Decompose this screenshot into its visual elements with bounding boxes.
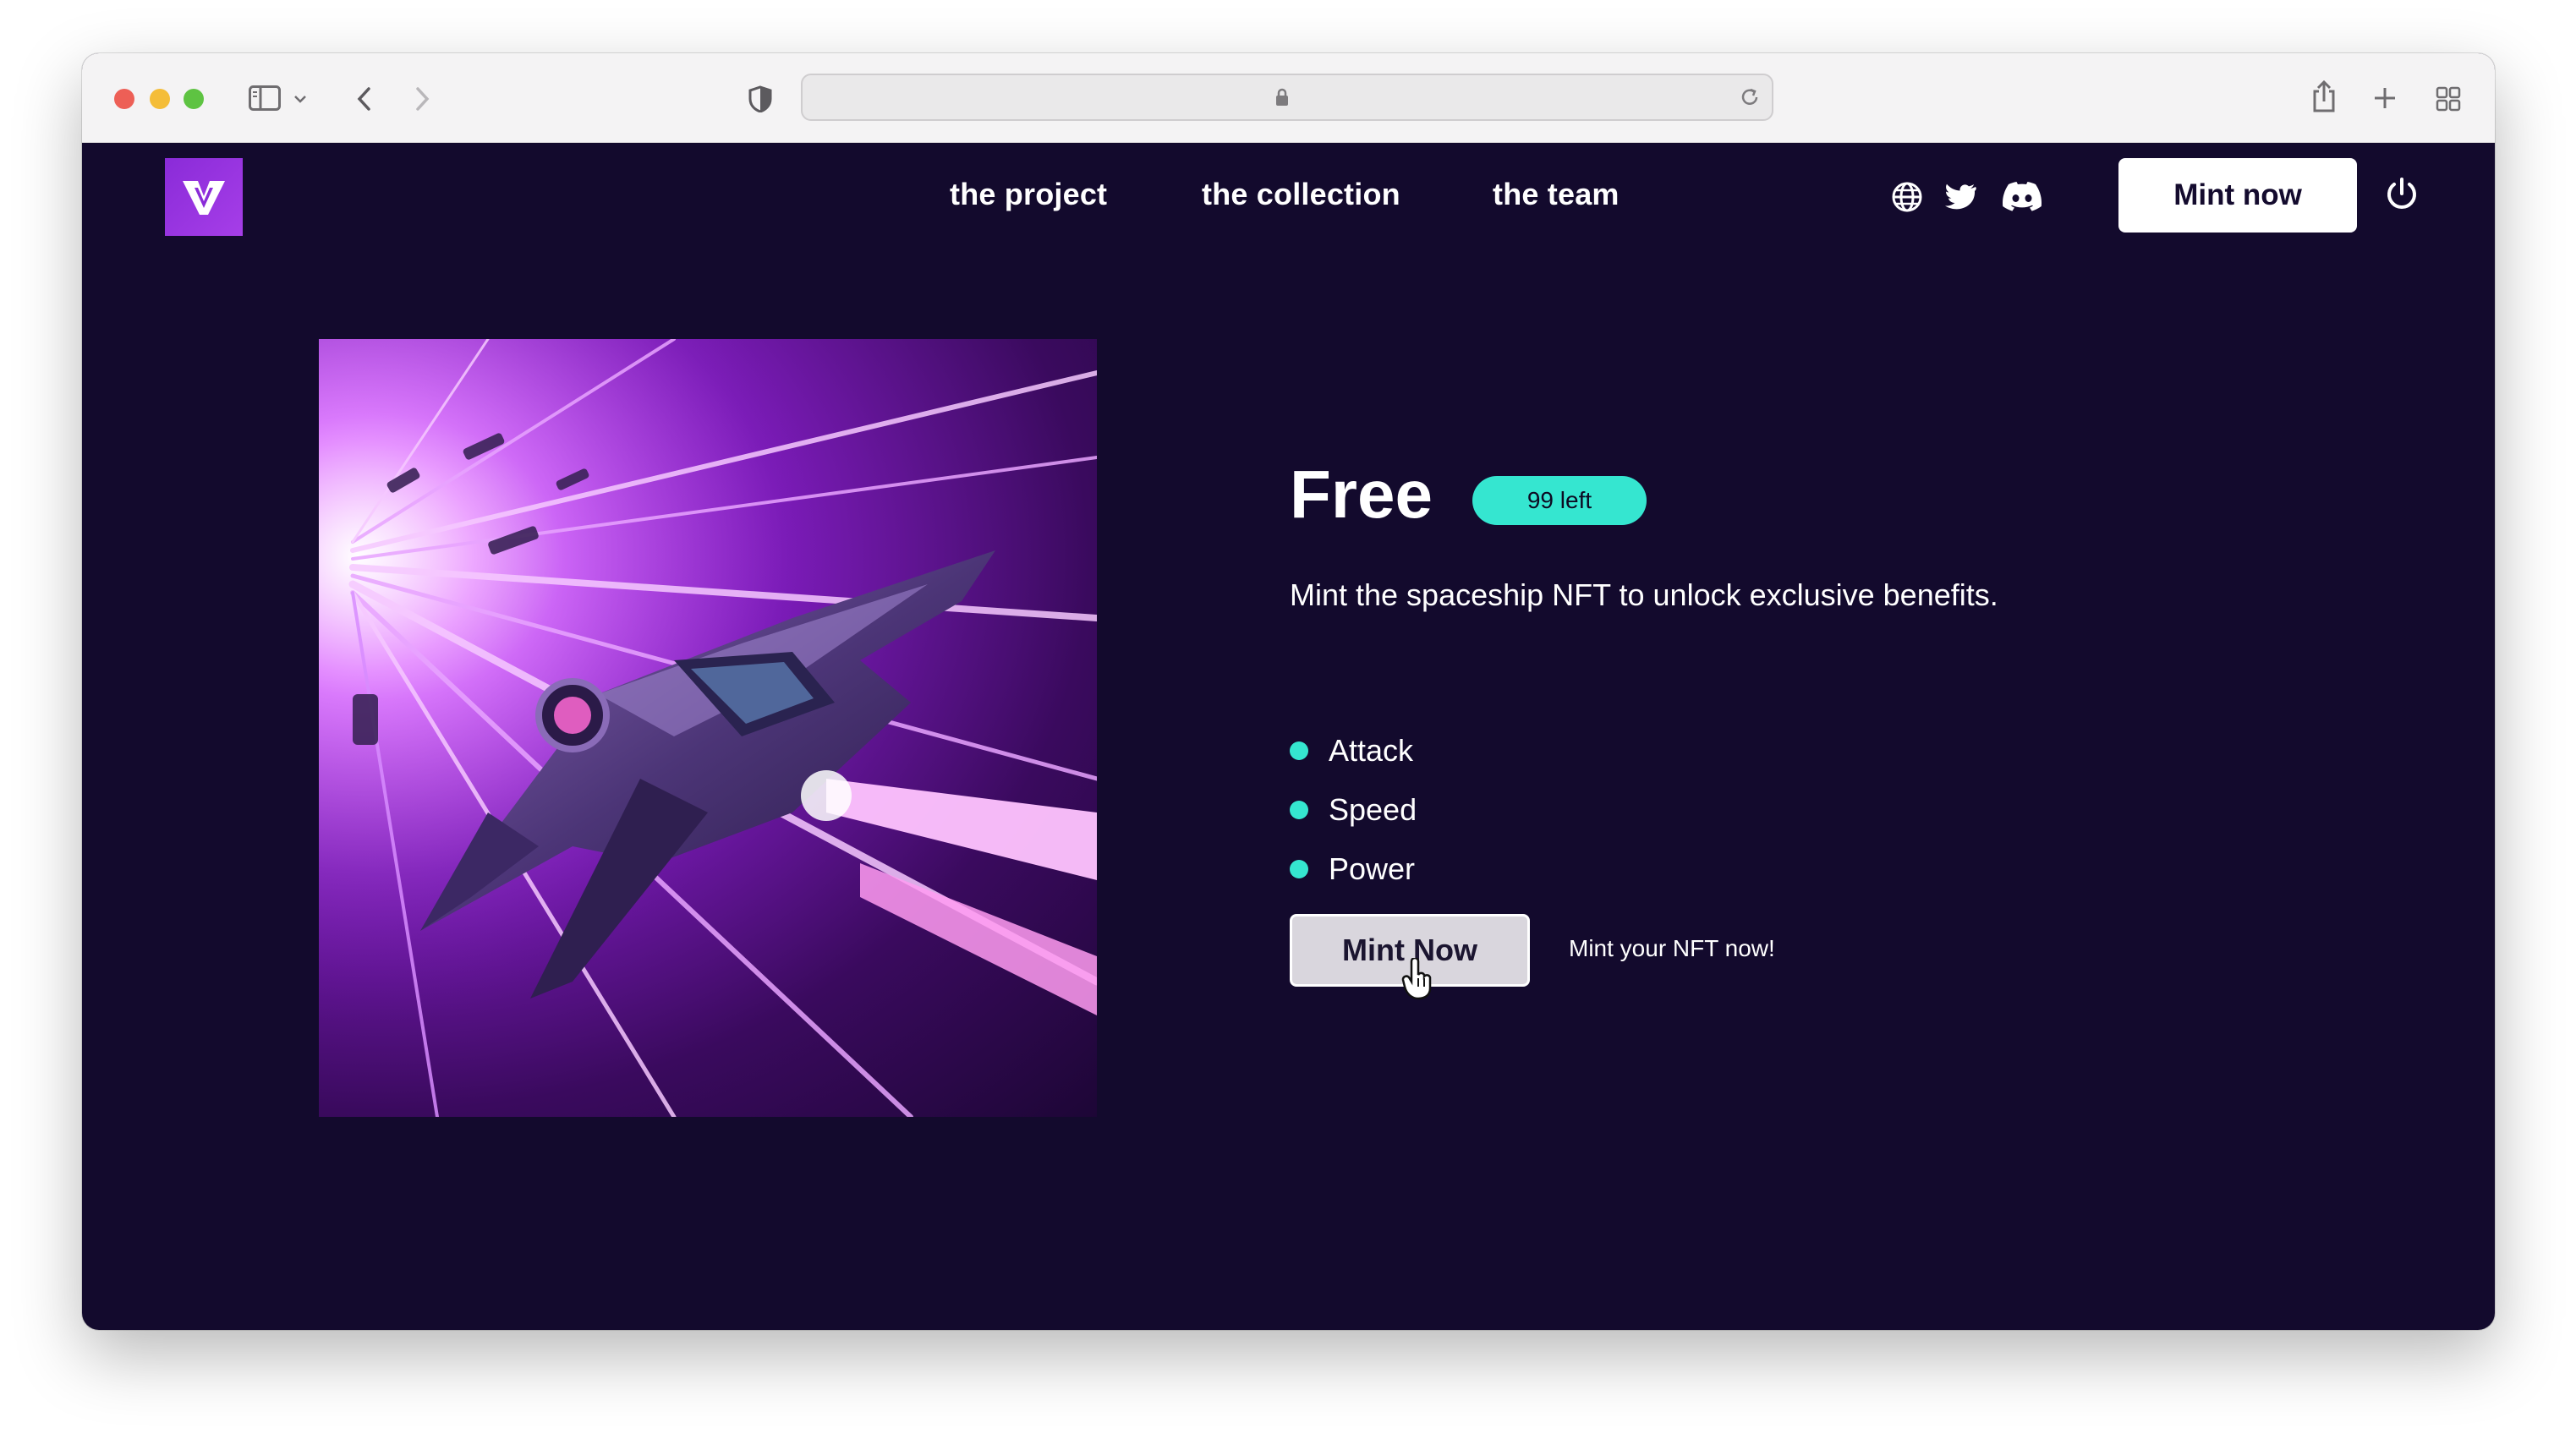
discord-icon[interactable] bbox=[2000, 178, 2044, 216]
tab-overview-icon[interactable] bbox=[2435, 85, 2462, 112]
maximize-window-button[interactable] bbox=[184, 89, 204, 109]
remaining-supply-badge: 99 left bbox=[1472, 476, 1647, 525]
logo[interactable] bbox=[165, 158, 243, 236]
benefits-list: Attack Speed Power bbox=[1290, 721, 1417, 899]
minimize-window-button[interactable] bbox=[150, 89, 170, 109]
logo-v-icon bbox=[183, 181, 225, 215]
browser-toolbar bbox=[82, 53, 2495, 143]
sidebar-icon[interactable] bbox=[248, 84, 282, 112]
share-icon[interactable] bbox=[2310, 79, 2338, 114]
benefit-item: Attack bbox=[1290, 721, 1417, 780]
twitter-icon[interactable] bbox=[1943, 178, 1980, 216]
hero-description: Mint the spaceship NFT to unlock exclusi… bbox=[1290, 577, 1998, 612]
new-tab-icon[interactable] bbox=[2372, 85, 2398, 111]
nav-link-the-project[interactable]: the project bbox=[950, 177, 1107, 212]
globe-icon[interactable] bbox=[1888, 178, 1926, 216]
browser-window: the project the collection the team Mint… bbox=[82, 53, 2495, 1330]
chevron-down-icon[interactable] bbox=[292, 90, 309, 107]
site-header: the project the collection the team Mint… bbox=[82, 143, 2495, 253]
nav-link-the-collection[interactable]: the collection bbox=[1202, 177, 1400, 212]
bullet-dot-icon bbox=[1290, 801, 1308, 819]
spaceship-nft-image bbox=[319, 339, 1097, 1117]
reload-icon[interactable] bbox=[1738, 85, 1762, 109]
mint-now-button[interactable]: Mint Now bbox=[1290, 914, 1530, 987]
lock-icon bbox=[1272, 85, 1292, 109]
nav-link-the-team[interactable]: the team bbox=[1493, 177, 1620, 212]
bullet-dot-icon bbox=[1290, 860, 1308, 878]
close-window-button[interactable] bbox=[114, 89, 134, 109]
address-bar[interactable] bbox=[801, 74, 1773, 121]
privacy-shield-icon[interactable] bbox=[747, 84, 774, 114]
price-label: Free bbox=[1290, 457, 1433, 532]
mint-now-header-button[interactable]: Mint now bbox=[2118, 158, 2357, 233]
power-icon[interactable] bbox=[2381, 173, 2423, 216]
benefit-item: Power bbox=[1290, 840, 1417, 899]
back-arrow-icon[interactable] bbox=[351, 84, 376, 114]
benefit-item: Speed bbox=[1290, 780, 1417, 840]
bullet-dot-icon bbox=[1290, 741, 1308, 760]
mint-hint-text: Mint your NFT now! bbox=[1569, 935, 1775, 961]
forward-arrow-icon[interactable] bbox=[410, 84, 436, 114]
